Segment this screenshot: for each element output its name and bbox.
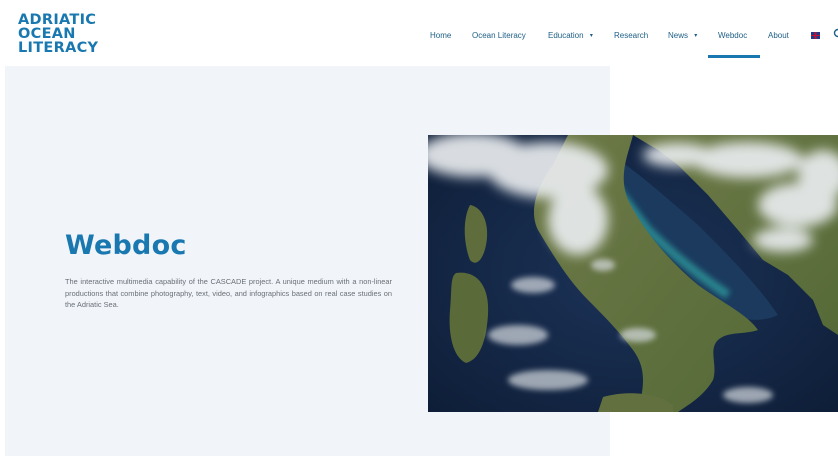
nav-item-ocean-literacy[interactable]: Ocean Literacy xyxy=(472,31,526,40)
nav-label: Research xyxy=(614,31,649,40)
nav-item-webdoc[interactable]: Webdoc xyxy=(718,31,747,40)
site-header: ADRIATIC OCEAN LITERACY Home Ocean Liter… xyxy=(0,0,838,66)
nav-label: News xyxy=(668,31,689,40)
nav-item-news[interactable]: News ▾ xyxy=(668,31,697,40)
nav-item-research[interactable]: Research xyxy=(614,31,648,40)
nav-label: About xyxy=(768,31,789,40)
nav-item-about[interactable]: About xyxy=(768,31,789,40)
active-nav-indicator xyxy=(708,55,760,58)
logo-line-3: LITERACY xyxy=(18,40,99,56)
logo-line-1: ADRIATIC xyxy=(18,12,97,28)
logo-line-2: OCEAN xyxy=(18,26,76,42)
satellite-image-adriatic-sea xyxy=(428,135,838,412)
nav-label: Webdoc xyxy=(718,31,748,40)
nav-label: Home xyxy=(430,31,452,40)
uk-flag-icon[interactable] xyxy=(811,32,820,39)
hero-description: The interactive multimedia capability of… xyxy=(65,277,392,309)
page-title: Webdoc xyxy=(65,230,187,261)
nav-item-education[interactable]: Education ▾ xyxy=(548,31,593,40)
search-icon[interactable] xyxy=(832,28,838,43)
nav-label: Education xyxy=(548,31,584,40)
site-logo[interactable]: ADRIATIC OCEAN LITERACY xyxy=(18,12,99,56)
nav-label: Ocean Literacy xyxy=(472,31,526,40)
chevron-down-icon: ▾ xyxy=(694,33,698,39)
chevron-down-icon: ▾ xyxy=(589,33,593,39)
nav-item-home[interactable]: Home xyxy=(430,31,451,40)
